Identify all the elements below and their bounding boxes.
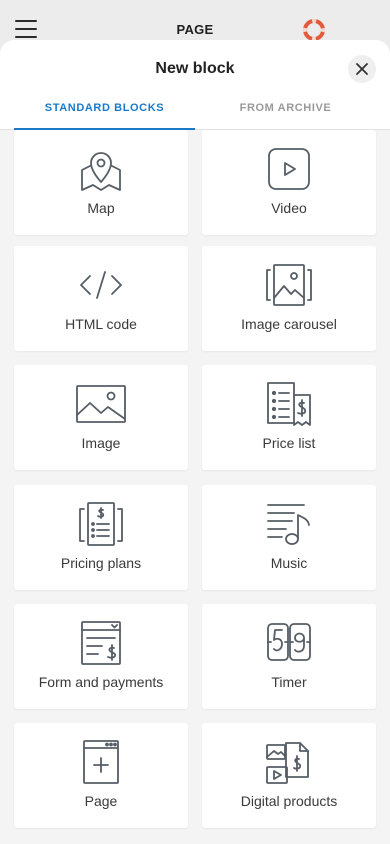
map-icon	[81, 152, 121, 191]
page-title: PAGE	[176, 22, 214, 37]
block-label: Music	[270, 555, 308, 571]
block-label: Page	[84, 793, 118, 809]
block-label: Image	[81, 435, 121, 451]
tab-from-archive[interactable]: FROM ARCHIVE	[195, 98, 376, 130]
form-payments-icon	[81, 621, 121, 665]
sheet-header: New block STANDARD BLOCKS FROM ARCHIVE	[0, 40, 390, 130]
block-form-payments[interactable]: Form and payments	[14, 604, 188, 709]
price-list-icon	[267, 382, 311, 426]
timer-icon	[267, 623, 311, 661]
block-label: Form and payments	[38, 674, 164, 690]
block-label: Map	[87, 200, 115, 216]
block-image[interactable]: Image	[14, 365, 188, 470]
block-label: Image carousel	[241, 316, 337, 332]
video-icon	[268, 148, 310, 190]
tab-standard-blocks[interactable]: STANDARD BLOCKS	[14, 98, 195, 130]
block-label: Video	[271, 200, 307, 216]
block-label: Price list	[262, 435, 316, 451]
block-label: Pricing plans	[60, 555, 142, 571]
page-icon	[83, 740, 119, 784]
close-button[interactable]	[348, 55, 376, 83]
new-block-sheet: New block STANDARD BLOCKS FROM ARCHIVE M…	[0, 40, 390, 844]
close-icon	[356, 63, 368, 75]
block-digital-products[interactable]: Digital products	[202, 723, 376, 828]
image-icon	[76, 385, 126, 423]
pricing-plans-icon	[79, 502, 123, 546]
tab-bar: STANDARD BLOCKS FROM ARCHIVE	[0, 98, 390, 130]
block-label: Timer	[271, 674, 307, 690]
block-map[interactable]: Map	[14, 130, 188, 235]
block-music[interactable]: Music	[202, 485, 376, 590]
block-pricing-plans[interactable]: Pricing plans	[14, 485, 188, 590]
block-page[interactable]: Page	[14, 723, 188, 828]
lifebuoy-icon[interactable]	[303, 19, 325, 41]
block-label: Digital products	[240, 793, 338, 809]
code-icon	[80, 271, 122, 299]
image-carousel-icon	[266, 264, 312, 306]
sheet-title: New block	[155, 60, 235, 77]
block-html-code[interactable]: HTML code	[14, 246, 188, 351]
music-icon	[267, 504, 310, 545]
digital-products-icon	[266, 742, 309, 784]
block-label: HTML code	[65, 316, 137, 332]
block-image-carousel[interactable]: Image carousel	[202, 246, 376, 351]
block-price-list[interactable]: Price list	[202, 365, 376, 470]
block-timer[interactable]: Timer	[202, 604, 376, 709]
block-video[interactable]: Video	[202, 130, 376, 235]
